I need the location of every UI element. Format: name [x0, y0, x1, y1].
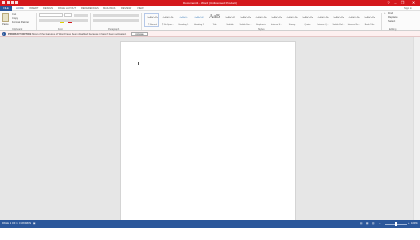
font-color-icon[interactable] [68, 22, 72, 23]
style-name: ¶ No Spac... [162, 23, 174, 26]
vertical-scrollbar[interactable] [413, 37, 420, 220]
word-count[interactable]: 0 WORDS [19, 222, 31, 225]
message-body: Most of the features of Word have been d… [32, 32, 127, 36]
style-option[interactable]: AaBbCcDc ¶ Normal [144, 12, 159, 27]
style-option[interactable]: AaBbCcDa Intense Re... [346, 13, 361, 27]
style-sample: AaBbCcDa [348, 15, 360, 19]
style-name: Title [212, 23, 217, 26]
font-size-dropdown[interactable] [64, 13, 72, 17]
list-indent-buttons[interactable] [93, 13, 139, 17]
style-sample: AaBbCcE [194, 15, 204, 19]
style-option[interactable]: AaBbCcDa Intense Q... [315, 13, 330, 27]
style-sample: AaBbCcDa [301, 15, 314, 19]
proofing-icon[interactable]: ▣ [33, 222, 35, 225]
style-option[interactable]: AaBbCcE Heading 2 [191, 13, 206, 27]
style-name: Subtle Em... [239, 23, 252, 26]
style-option[interactable]: AaBbCcD Subtitle [222, 13, 237, 27]
print-layout-icon[interactable]: ▦ [366, 222, 368, 225]
page-count[interactable]: PAGE 1 OF 1 [2, 222, 18, 225]
style-sample: AaB [209, 13, 220, 20]
style-name: Intense E... [270, 23, 283, 26]
style-option[interactable]: AaBbCcDa Subtle Em... [237, 13, 252, 27]
style-option[interactable]: AaBbCcDa Subtle Ref... [330, 13, 345, 27]
style-option[interactable]: AaBbCcDa Intense E... [268, 13, 283, 27]
style-name: Heading 1 [178, 23, 189, 26]
message-text: PRODUCT NOTICE Most of the features of W… [8, 33, 126, 36]
style-name: Intense Q... [317, 23, 329, 26]
style-option[interactable]: AaB Title [206, 13, 221, 27]
text-cursor [138, 62, 140, 65]
message-label: PRODUCT NOTICE [8, 32, 32, 36]
group-separator [36, 13, 37, 30]
group-separator [90, 13, 91, 30]
style-sample: AaBbCcDa [286, 15, 298, 19]
style-option[interactable]: AaBbCcDa Strong [284, 13, 299, 27]
zoom-slider-thumb[interactable] [395, 222, 397, 226]
style-option[interactable]: AaBbCcDa Emphasis [253, 13, 268, 27]
zoom-in-button[interactable]: + [408, 222, 410, 225]
web-layout-icon[interactable]: ▥ [372, 222, 374, 225]
style-sample: AaBbCcDa [255, 15, 267, 19]
paste-icon[interactable] [2, 13, 9, 22]
ribbon: Paste Cut Copy Format Painter Clipboard … [0, 11, 420, 31]
style-name: ¶ Normal [148, 23, 157, 26]
read-mode-icon[interactable]: ▤ [360, 222, 362, 225]
style-sample: AaBbCcDc [146, 15, 159, 19]
style-sample: AaBbCcDa [317, 15, 329, 19]
font-name-dropdown[interactable] [39, 13, 63, 17]
style-name: Subtitle [226, 23, 234, 26]
style-option[interactable]: AaBbCc Heading 1 [175, 13, 190, 27]
group-separator [141, 13, 142, 30]
style-sample: AaBbCcDa [332, 15, 345, 19]
status-bar: PAGE 1 OF 1 0 WORDS ▣ ▤ ▦ ▥ – + 100% [0, 220, 420, 228]
style-sample: AaBbCcD [225, 15, 235, 19]
style-sample: AaBbCcDa [270, 15, 283, 19]
style-sample: AaBbCcDa [239, 15, 252, 19]
style-name: Strong [288, 23, 296, 26]
paste-button[interactable]: Paste [2, 23, 9, 26]
find-icon: ⌕ [384, 12, 386, 15]
style-option[interactable]: AaBbCcDc ¶ No Spac... [160, 13, 175, 27]
style-name: Heading 2 [194, 23, 204, 26]
info-icon: i [1, 32, 6, 36]
style-name: Emphasis [256, 23, 266, 26]
activate-button[interactable]: Activate [131, 32, 148, 36]
style-name: Quote [304, 23, 311, 26]
replace-button[interactable]: Replace [388, 16, 398, 19]
find-button[interactable]: Find [388, 12, 393, 15]
style-option[interactable]: AaBbCcDa Quote [299, 13, 314, 27]
group-separator [381, 13, 382, 30]
window-title: Document1 - Word (Unlicensed Product) [183, 0, 237, 5]
alignment-buttons[interactable] [93, 19, 139, 22]
style-name: Book Title [364, 23, 375, 26]
document-page[interactable] [120, 41, 296, 221]
cut-button[interactable]: Cut [12, 13, 16, 16]
font-size-buttons[interactable] [74, 13, 88, 17]
zoom-out-button[interactable]: – [379, 222, 380, 225]
zoom-level[interactable]: 100% [411, 222, 418, 225]
highlight-color-icon[interactable] [60, 22, 64, 23]
style-name: Intense Re... [347, 23, 361, 26]
style-sample: AaBbCcDa [363, 15, 376, 19]
format-painter-button[interactable]: Format Painter [12, 21, 29, 24]
style-sample: AaBbCcDc [162, 15, 174, 19]
style-option[interactable]: AaBbCcDa Book Title [361, 13, 376, 27]
style-sample: AaBbCc [179, 15, 188, 19]
select-button[interactable]: Select [388, 20, 395, 23]
copy-button[interactable]: Copy [12, 17, 18, 20]
style-name: Subtle Ref... [332, 23, 345, 26]
